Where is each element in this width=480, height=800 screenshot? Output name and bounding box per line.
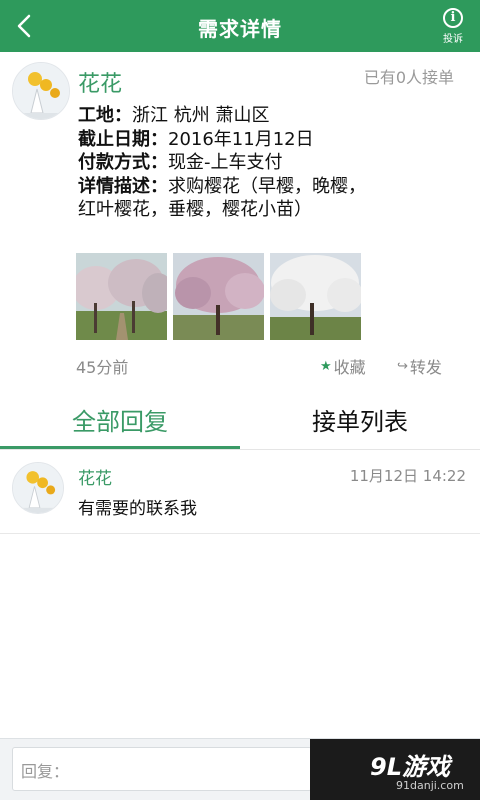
- watermark-title: 9L游戏: [370, 753, 450, 781]
- share-button[interactable]: ↪ 转发: [397, 354, 442, 378]
- reply-time: 11月12日 14:22: [349, 467, 466, 485]
- reply-bar: 回复： 9L游戏 91danji.com: [0, 738, 480, 800]
- photo-thumbnail[interactable]: [76, 253, 167, 340]
- page-title: 需求详情: [198, 17, 282, 41]
- reply-text: 有需要的联系我: [78, 499, 197, 519]
- watermark-url: 91danji.com: [396, 779, 464, 792]
- detail-description: 详情描述：求购樱花（早樱，晚樱，红叶樱花，垂樱，樱花小苗）: [78, 175, 366, 221]
- detail-site: 工地：浙江 杭州 萧山区: [78, 105, 270, 126]
- taker-count: 已有0人接单: [363, 68, 454, 87]
- avatar[interactable]: [12, 62, 70, 120]
- tab-active-indicator: [0, 446, 240, 449]
- info-icon: i: [443, 8, 463, 28]
- avatar[interactable]: [12, 462, 64, 514]
- post-time: 45分前: [76, 358, 129, 377]
- reply-user-name[interactable]: 花花: [78, 464, 112, 489]
- favorite-label: 收藏: [333, 358, 366, 377]
- favorite-button[interactable]: ★ 收藏: [320, 354, 366, 378]
- photo-gallery: [76, 253, 361, 340]
- divider: [0, 533, 480, 534]
- post-details: 工地：浙江 杭州 萧山区 截止日期：2016年11月12日 付款方式：现金-上车…: [78, 104, 378, 222]
- detail-deadline: 截止日期：2016年11月12日: [78, 128, 314, 150]
- tab-taker-list[interactable]: 接单列表: [240, 402, 480, 437]
- photo-thumbnail[interactable]: [173, 253, 264, 340]
- report-label: 投诉: [443, 34, 463, 45]
- watermark-logo: 9L游戏 91danji.com: [310, 739, 480, 800]
- detail-payment: 付款方式：现金-上车支付: [78, 152, 283, 173]
- share-icon: ↪: [397, 358, 408, 374]
- star-icon: ★: [320, 358, 332, 374]
- app-header: 需求详情 i 投诉: [0, 0, 480, 52]
- tab-all-replies[interactable]: 全部回复: [0, 402, 240, 437]
- post-user-name[interactable]: 花花: [78, 66, 122, 98]
- report-button[interactable]: i 投诉: [436, 8, 470, 45]
- tab-bar: 全部回复 接单列表: [0, 394, 480, 450]
- share-label: 转发: [409, 358, 442, 377]
- photo-thumbnail[interactable]: [270, 253, 361, 340]
- reply-input[interactable]: 回复：: [12, 747, 312, 791]
